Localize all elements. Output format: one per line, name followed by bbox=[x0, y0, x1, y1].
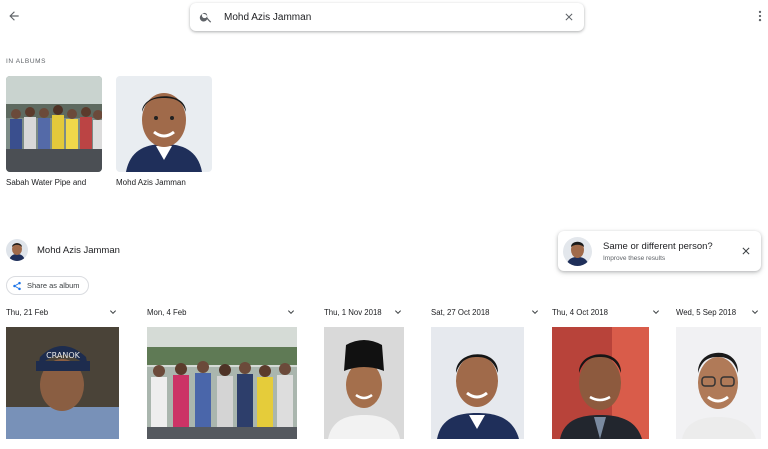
chevron-down-icon[interactable] bbox=[392, 306, 404, 318]
photo-thumbnail[interactable] bbox=[431, 327, 524, 439]
chevron-down-icon[interactable] bbox=[285, 306, 297, 318]
suggestion-title: Same or different person? bbox=[603, 240, 713, 252]
date-group: Thu, 1 Nov 2018 bbox=[324, 306, 404, 439]
date-group: Thu, 21 Feb CRANOK bbox=[6, 306, 119, 439]
date-label: Sat, 27 Oct 2018 bbox=[431, 307, 490, 317]
album-card[interactable]: Mohd Azis Jamman bbox=[116, 76, 212, 187]
share-as-album-button[interactable]: Share as album bbox=[6, 276, 89, 295]
date-group: Thu, 4 Oct 2018 bbox=[552, 306, 659, 439]
photo-thumbnail[interactable]: CRANOK bbox=[6, 327, 119, 439]
photo-thumbnail[interactable] bbox=[676, 327, 761, 439]
photo-thumbnail[interactable] bbox=[324, 327, 404, 439]
same-person-suggestion-card[interactable]: Same or different person? Improve these … bbox=[558, 231, 761, 271]
close-icon bbox=[565, 13, 573, 21]
dismiss-suggestion-button[interactable] bbox=[739, 244, 753, 258]
photo-thumbnail[interactable] bbox=[147, 327, 297, 439]
suggestion-subtitle: Improve these results bbox=[603, 254, 666, 262]
chevron-down-icon[interactable] bbox=[529, 306, 541, 318]
search-input[interactable]: Mohd Azis Jamman bbox=[224, 12, 562, 23]
share-icon bbox=[12, 281, 22, 291]
album-card[interactable]: Sabah Water Pipe and bbox=[6, 76, 102, 187]
date-label: Thu, 4 Oct 2018 bbox=[552, 307, 608, 317]
more-options-button[interactable] bbox=[750, 6, 768, 26]
svg-text:CRANOK: CRANOK bbox=[46, 351, 81, 360]
search-icon bbox=[199, 10, 213, 24]
album-thumbnail bbox=[116, 76, 212, 172]
chevron-down-icon[interactable] bbox=[749, 306, 761, 318]
clear-search-button[interactable] bbox=[562, 10, 576, 24]
arrow-back-icon bbox=[9, 11, 19, 21]
date-label: Wed, 5 Sep 2018 bbox=[676, 307, 737, 317]
date-label: Thu, 1 Nov 2018 bbox=[324, 307, 382, 317]
avatar bbox=[6, 239, 28, 261]
search-bar[interactable]: Mohd Azis Jamman bbox=[190, 3, 584, 31]
date-group: Sat, 27 Oct 2018 bbox=[431, 306, 538, 439]
chevron-down-icon[interactable] bbox=[650, 306, 662, 318]
chevron-down-icon[interactable] bbox=[107, 306, 119, 318]
in-albums-heading: IN ALBUMS bbox=[6, 58, 47, 65]
album-title: Mohd Azis Jamman bbox=[116, 178, 186, 187]
person-header[interactable]: Mohd Azis Jamman bbox=[6, 239, 120, 261]
close-icon bbox=[742, 247, 750, 255]
more-vert-icon bbox=[758, 10, 762, 22]
date-label: Thu, 21 Feb bbox=[6, 307, 49, 317]
date-group: Mon, 4 Feb bbox=[147, 306, 297, 439]
photo-thumbnail[interactable] bbox=[552, 327, 649, 439]
date-label: Mon, 4 Feb bbox=[147, 307, 187, 317]
person-name: Mohd Azis Jamman bbox=[37, 244, 120, 256]
avatar bbox=[563, 236, 592, 266]
album-thumbnail bbox=[6, 76, 102, 172]
album-title: Sabah Water Pipe and bbox=[6, 178, 87, 187]
share-as-album-label: Share as album bbox=[27, 281, 80, 290]
date-group: Wed, 5 Sep 2018 bbox=[676, 306, 761, 439]
back-button[interactable] bbox=[4, 6, 24, 26]
